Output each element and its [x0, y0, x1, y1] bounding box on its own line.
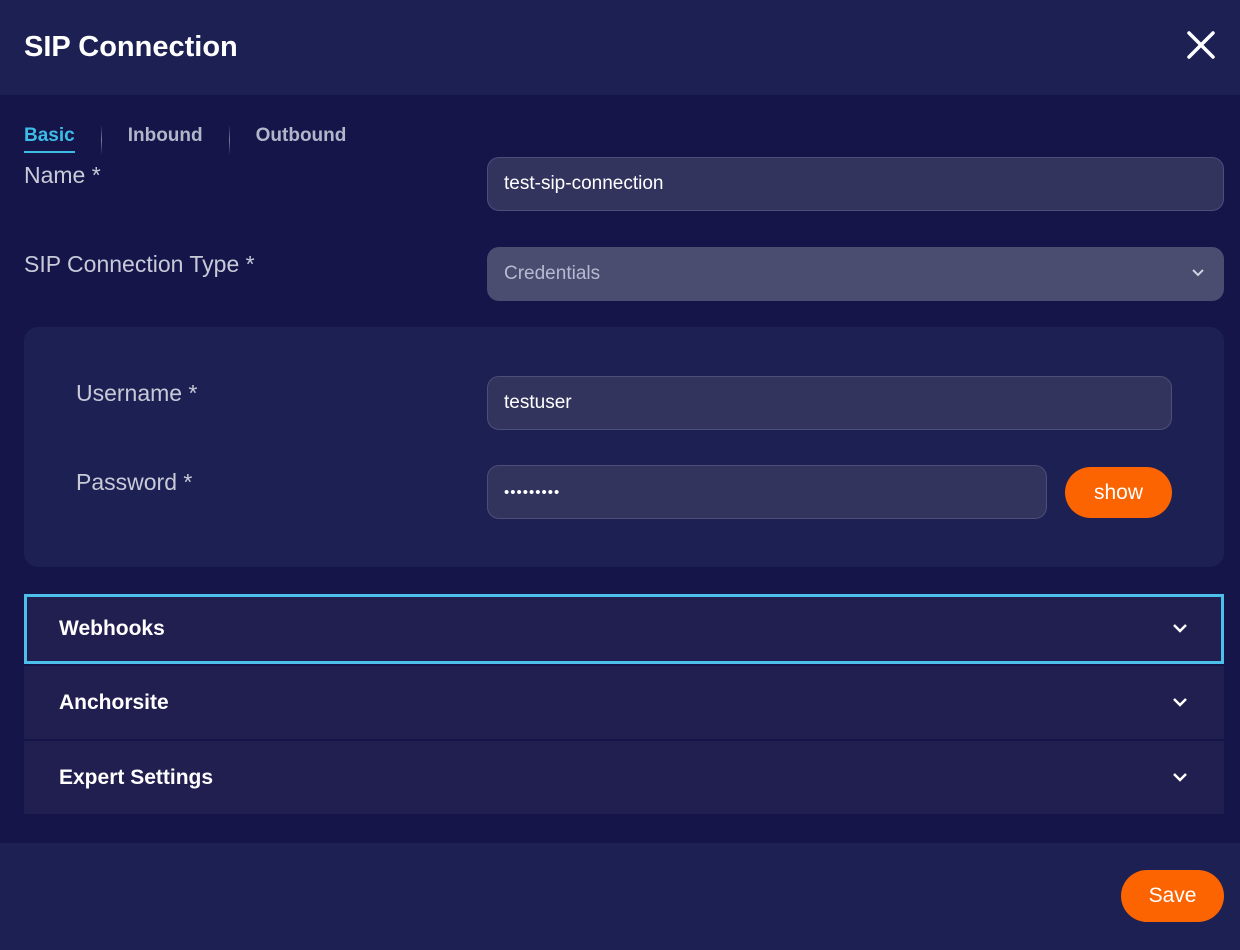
tab-basic[interactable]: Basic: [24, 125, 75, 153]
dialog-footer: [0, 843, 1240, 950]
section-title: Anchorsite: [59, 690, 169, 714]
tab-inbound[interactable]: Inbound: [128, 125, 203, 151]
password-label: Password *: [76, 469, 193, 495]
tab-divider: [100, 125, 102, 155]
expert-settings-section[interactable]: Expert Settings: [24, 741, 1224, 814]
section-title: Expert Settings: [59, 765, 214, 789]
credentials-card: [24, 327, 1224, 567]
connection-type-select[interactable]: Credentials: [487, 247, 1224, 301]
dialog-title: SIP Connection: [24, 31, 238, 63]
chevron-down-icon: [1173, 697, 1187, 707]
save-button[interactable]: Save: [1121, 870, 1224, 922]
section-title: Webhooks: [59, 617, 165, 640]
close-icon[interactable]: [1184, 28, 1218, 62]
name-input[interactable]: test-sip-connection: [487, 157, 1224, 211]
chevron-down-icon: [1192, 269, 1204, 277]
tab-divider: [228, 125, 230, 155]
anchorsite-section[interactable]: Anchorsite: [24, 666, 1224, 739]
chevron-down-icon: [1173, 624, 1187, 633]
username-input[interactable]: testuser: [487, 376, 1172, 430]
tab-bar: Basic Inbound Outbound: [24, 125, 346, 155]
tab-outbound[interactable]: Outbound: [256, 125, 347, 151]
username-label: Username *: [76, 380, 198, 406]
webhooks-section[interactable]: Webhooks: [24, 594, 1224, 664]
dialog-header: SIP Connection: [0, 0, 1240, 95]
password-input[interactable]: •••••••••: [487, 465, 1047, 519]
chevron-down-icon: [1173, 772, 1187, 782]
show-password-button[interactable]: show: [1065, 467, 1172, 518]
connection-type-label: SIP Connection Type *: [24, 251, 255, 277]
name-label: Name *: [24, 162, 101, 188]
connection-type-value: Credentials: [504, 263, 601, 284]
